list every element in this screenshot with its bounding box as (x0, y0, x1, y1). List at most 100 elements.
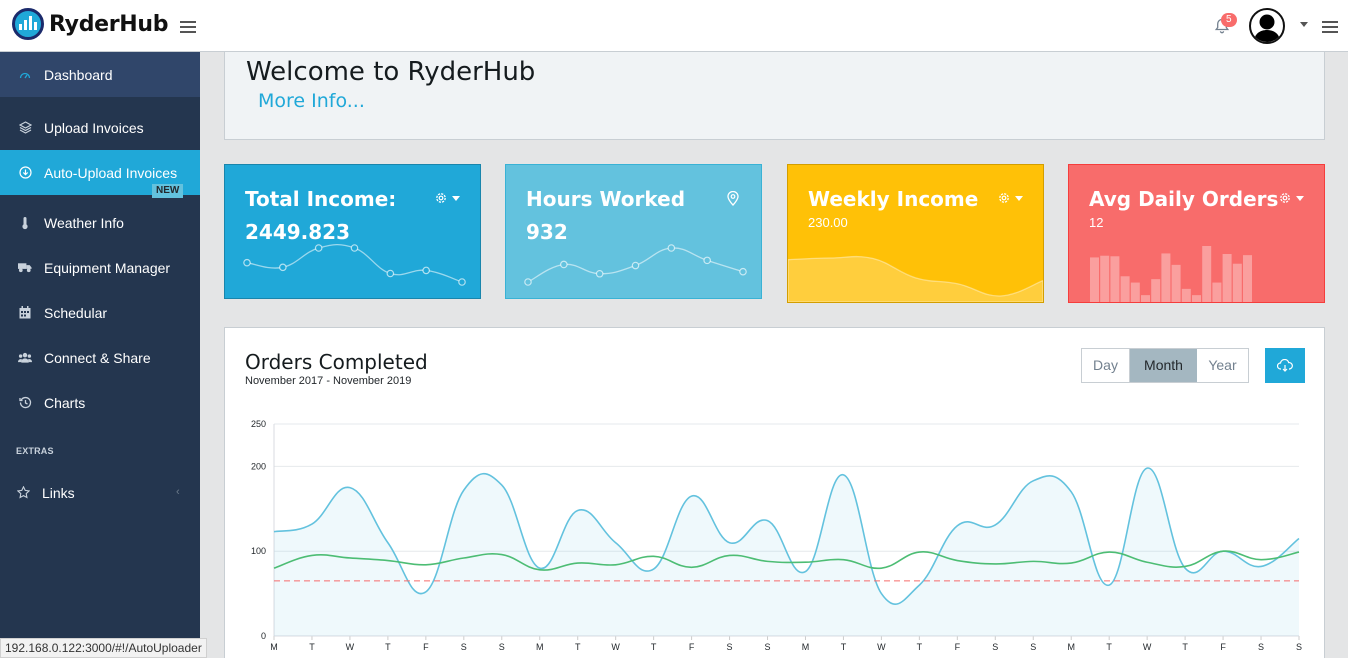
caret-down-icon (1296, 195, 1304, 201)
panel-subtitle: November 2017 - November 2019 (245, 375, 412, 387)
sidebar: Dashboard Upload Invoices Auto-Upload In… (0, 52, 200, 658)
y-tick-label: 100 (251, 546, 266, 556)
x-tick-label: M (536, 642, 544, 652)
bar (1120, 276, 1130, 302)
sidebar-item-charts[interactable]: Charts (0, 380, 200, 425)
sparkline-point (595, 269, 604, 278)
thermometer-icon (18, 216, 32, 230)
sparkline-point (458, 278, 466, 286)
aside-menu-toggle-icon[interactable] (1322, 21, 1338, 33)
x-tick-label: S (992, 642, 998, 652)
sidebar-item-dashboard[interactable]: Dashboard (0, 52, 200, 97)
download-button[interactable] (1265, 348, 1305, 383)
arrow-down-circle-icon (18, 166, 32, 180)
caret-down-icon (452, 195, 460, 201)
more-info-link[interactable]: More Info... (258, 90, 365, 112)
bar (1130, 282, 1140, 302)
layers-icon (18, 121, 32, 135)
range-day-button[interactable]: Day (1082, 349, 1130, 382)
avg-daily-orders-card: Avg Daily Orders 12 (1068, 164, 1325, 303)
card-settings-dropdown[interactable] (1278, 191, 1304, 205)
user-silhouette-icon (1254, 14, 1280, 42)
card-settings-dropdown[interactable] (997, 191, 1023, 205)
calendar-icon (18, 306, 32, 320)
bar (1171, 264, 1181, 302)
y-tick-label: 200 (251, 461, 266, 471)
x-tick-label: T (651, 642, 657, 652)
sidebar-item-weather-info[interactable]: Weather Info (0, 200, 200, 245)
location-pin-icon (727, 191, 739, 206)
sparkline-point (560, 260, 568, 269)
y-tick-label: 250 (251, 419, 266, 429)
range-month-button[interactable]: Month (1130, 349, 1197, 382)
gear-icon (999, 193, 1009, 203)
x-tick-label: S (1258, 642, 1264, 652)
chevron-left-icon[interactable]: ‹ (176, 486, 180, 498)
x-tick-label: T (385, 642, 391, 652)
bar (1141, 295, 1150, 302)
x-tick-label: T (841, 642, 847, 652)
sidebar-item-equipment-manager[interactable]: Equipment Manager (0, 245, 200, 290)
x-tick-label: F (423, 642, 429, 652)
x-tick-label: S (461, 642, 467, 652)
sparkline-point (243, 258, 251, 267)
sidebar-toggle-icon[interactable] (180, 21, 196, 33)
area-series (788, 255, 1043, 302)
card-settings-dropdown[interactable] (434, 191, 460, 205)
total-income-card: Total Income: 2449.823 (224, 164, 481, 299)
sidebar-item-label: Dashboard (44, 66, 113, 83)
sidebar-section-title: EXTRAS (16, 446, 54, 456)
brand-logo-icon (12, 8, 44, 40)
x-tick-label: S (765, 642, 771, 652)
caret-down-icon (1015, 195, 1023, 201)
bar (1151, 279, 1161, 302)
brand[interactable]: RyderHub (12, 8, 169, 40)
range-year-button[interactable]: Year (1197, 349, 1248, 382)
sidebar-item-connect-share[interactable]: Connect & Share (0, 335, 200, 380)
x-tick-label: W (877, 642, 886, 652)
x-tick-label: S (1030, 642, 1036, 652)
x-tick-label: W (1143, 642, 1152, 652)
sidebar-item-links[interactable]: Links (0, 470, 200, 515)
bar (1212, 282, 1222, 302)
sidebar-item-label: Equipment Manager (44, 259, 171, 276)
x-tick-label: M (270, 642, 278, 652)
sparkline-point (386, 269, 395, 278)
sparkline-point (739, 267, 747, 276)
sparkline-point (279, 263, 287, 272)
sidebar-item-label: Schedular (44, 304, 108, 321)
history-icon (18, 396, 32, 410)
bar (1090, 257, 1099, 302)
weekly-income-card: Weekly Income 230.00 (787, 164, 1044, 303)
sidebar-item-label: Upload Invoices (44, 119, 144, 136)
gear-icon (436, 193, 446, 203)
sparkline-point (631, 261, 640, 270)
notification-badge: 5 (1221, 13, 1237, 27)
card-title: Avg Daily Orders (1089, 187, 1279, 211)
user-menu-caret-icon[interactable] (1300, 22, 1308, 27)
card-location-button[interactable] (727, 191, 739, 206)
x-tick-label: W (611, 642, 620, 652)
bar (1181, 288, 1191, 302)
welcome-title: Welcome to RyderHub (246, 57, 536, 87)
brand-name: RyderHub (49, 11, 169, 37)
x-tick-label: T (309, 642, 315, 652)
speedometer-icon (18, 68, 32, 82)
sparkline-point (524, 278, 532, 286)
card-title: Total Income: (245, 187, 397, 211)
sidebar-item-label: Connect & Share (44, 349, 151, 366)
x-tick-label: S (727, 642, 733, 652)
x-tick-label: M (1067, 642, 1075, 652)
x-tick-label: T (575, 642, 581, 652)
x-tick-label: M (802, 642, 810, 652)
bar (1243, 255, 1252, 302)
sidebar-item-upload-invoices[interactable]: Upload Invoices (0, 105, 200, 150)
user-avatar[interactable] (1249, 8, 1285, 44)
x-tick-label: F (955, 642, 961, 652)
users-icon (18, 351, 32, 365)
bar (1110, 256, 1120, 302)
y-tick-label: 0 (261, 631, 266, 641)
truck-icon (18, 261, 32, 275)
card-title: Hours Worked (526, 187, 686, 211)
sidebar-item-schedular[interactable]: Schedular (0, 290, 200, 335)
